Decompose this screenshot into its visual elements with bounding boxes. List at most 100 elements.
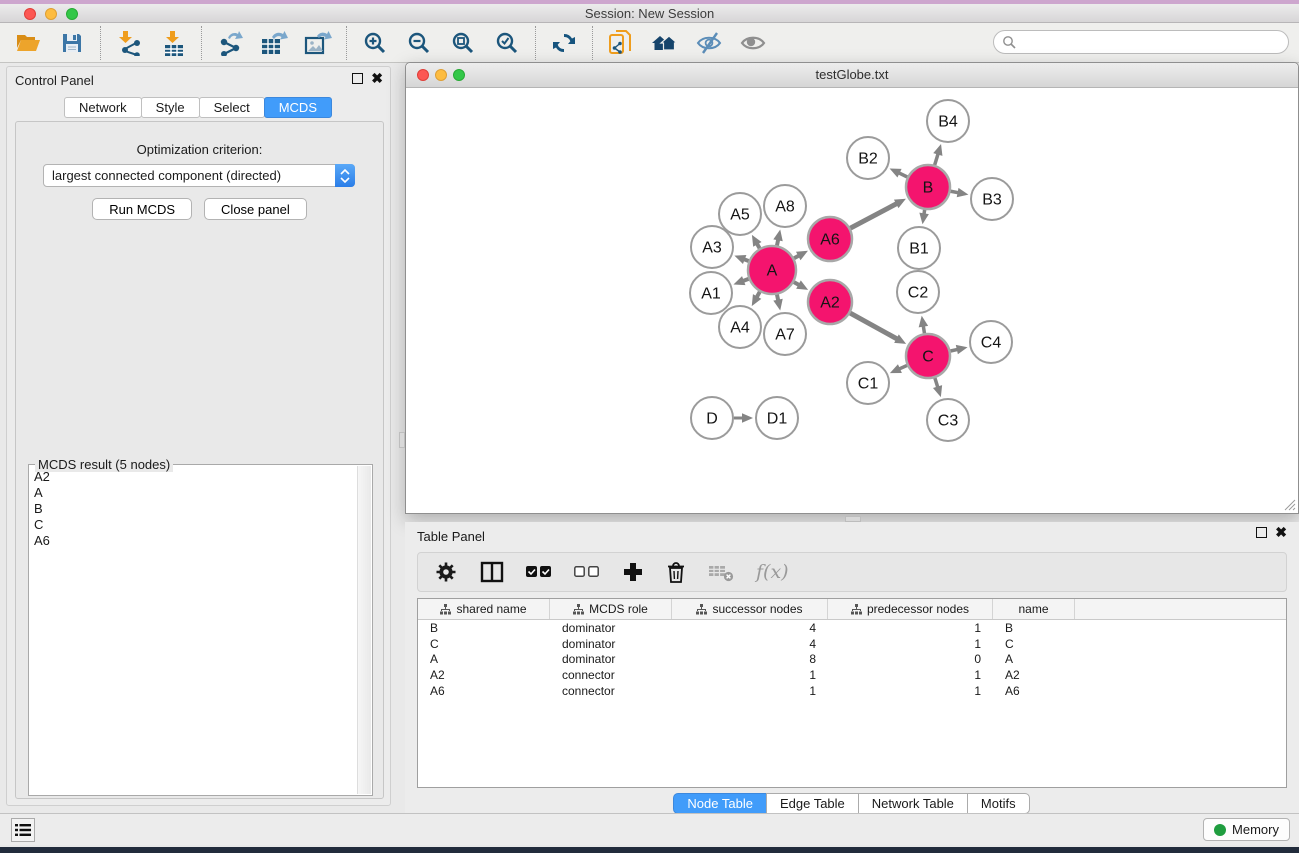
table-cell[interactable]: 4 (672, 621, 828, 635)
table-cell[interactable]: connector (550, 668, 672, 682)
mcds-result-item[interactable]: C (31, 517, 356, 533)
close-panel-button[interactable]: Close panel (204, 198, 307, 220)
table-tab-node-table[interactable]: Node Table (673, 793, 767, 814)
table-tab-network-table[interactable]: Network Table (858, 793, 968, 814)
network-graph-canvas[interactable]: AA6A2BCA5A8A3A1A4A7B2B4B3B1C2C4C1C3DD1 (407, 89, 1297, 513)
delete-table-icon[interactable] (708, 561, 734, 583)
mcds-result-list[interactable]: A2ABCA6 (31, 469, 356, 793)
first-neighbors-icon[interactable] (650, 28, 680, 58)
show-all-icon[interactable] (738, 28, 768, 58)
network-window-titlebar[interactable]: testGlobe.txt (406, 63, 1298, 88)
table-cell[interactable]: 1 (828, 637, 993, 651)
import-network-icon[interactable] (114, 28, 144, 58)
table-row[interactable]: Adominator80A (418, 652, 1286, 668)
result-scrollbar[interactable] (357, 466, 371, 794)
resize-grip-icon[interactable] (1282, 497, 1296, 511)
table-tab-motifs[interactable]: Motifs (967, 793, 1030, 814)
table-cell[interactable]: B (993, 621, 1075, 635)
open-session-icon[interactable] (13, 28, 43, 58)
select-all-columns-icon[interactable] (526, 566, 552, 578)
table-cell[interactable]: A (993, 652, 1075, 666)
table-cell[interactable]: 0 (828, 652, 993, 666)
table-cell[interactable]: 1 (828, 668, 993, 682)
table-cell[interactable]: 1 (828, 621, 993, 635)
table-cell[interactable]: dominator (550, 652, 672, 666)
table-cell[interactable]: connector (550, 684, 672, 698)
table-cell[interactable]: 4 (672, 637, 828, 651)
float-panel-icon[interactable] (352, 73, 363, 84)
graph-node-label: C1 (858, 376, 879, 393)
table-cell[interactable]: C (993, 637, 1075, 651)
table-row[interactable]: A2connector11A2 (418, 667, 1286, 683)
column-header-name[interactable]: name (993, 599, 1075, 619)
network-from-selection-icon[interactable] (606, 28, 636, 58)
network-window-title: testGlobe.txt (406, 67, 1298, 82)
column-tree-icon (440, 604, 451, 615)
control-tab-select[interactable]: Select (199, 97, 265, 118)
show-column-panel-icon[interactable] (480, 561, 504, 583)
export-image-icon[interactable] (303, 28, 333, 58)
control-tab-style[interactable]: Style (141, 97, 200, 118)
table-cell[interactable]: dominator (550, 621, 672, 635)
close-table-panel-icon[interactable]: ✖ (1275, 527, 1287, 538)
table-cell[interactable]: dominator (550, 637, 672, 651)
zoom-out-icon[interactable] (404, 28, 434, 58)
graph-node-label: A6 (820, 232, 840, 249)
node-table[interactable]: shared nameMCDS rolesuccessor nodes prede… (417, 598, 1287, 788)
zoom-fit-icon[interactable] (448, 28, 478, 58)
run-mcds-button[interactable]: Run MCDS (92, 198, 192, 220)
refresh-icon[interactable] (549, 28, 579, 58)
table-settings-gear-icon[interactable] (434, 560, 458, 584)
edge-A6-B[interactable] (850, 203, 898, 228)
table-cell[interactable]: 1 (672, 668, 828, 682)
search-input[interactable] (1017, 35, 1288, 49)
delete-column-trash-icon[interactable] (666, 561, 686, 584)
table-cell[interactable]: A2 (993, 668, 1075, 682)
function-builder-icon[interactable]: f(x) (756, 561, 789, 583)
table-cell[interactable]: B (418, 621, 550, 635)
column-header-label: predecessor nodes (867, 602, 969, 616)
table-cell[interactable]: A2 (418, 668, 550, 682)
control-panel-title: Control Panel (15, 73, 94, 88)
close-panel-icon[interactable]: ✖ (371, 73, 383, 84)
mcds-result-item[interactable]: A (31, 485, 356, 501)
table-row[interactable]: A6connector11A6 (418, 683, 1286, 699)
column-header-shared-name[interactable]: shared name (418, 599, 550, 619)
hide-selection-icon[interactable] (694, 28, 724, 58)
export-network-icon[interactable] (215, 28, 245, 58)
create-column-plus-icon[interactable] (622, 561, 644, 583)
task-history-button[interactable] (11, 818, 35, 842)
column-header-MCDS-role[interactable]: MCDS role (550, 599, 672, 619)
search-field[interactable] (993, 30, 1289, 54)
memory-button[interactable]: Memory (1203, 818, 1290, 841)
column-header-successor-nodes[interactable]: successor nodes (672, 599, 828, 619)
table-cell[interactable]: A (418, 652, 550, 666)
table-cell[interactable]: C (418, 637, 550, 651)
table-tab-edge-table[interactable]: Edge Table (766, 793, 859, 814)
table-cell[interactable]: 8 (672, 652, 828, 666)
unselect-all-columns-icon[interactable] (574, 566, 600, 578)
table-cell[interactable]: 1 (672, 684, 828, 698)
float-table-panel-icon[interactable] (1256, 527, 1267, 538)
export-table-icon[interactable] (259, 28, 289, 58)
table-row[interactable]: Cdominator41C (418, 636, 1286, 652)
save-session-icon[interactable] (57, 28, 87, 58)
control-tab-mcds[interactable]: MCDS (264, 97, 332, 118)
vertical-splitter-handle[interactable] (399, 432, 405, 448)
table-cell[interactable]: A6 (993, 684, 1075, 698)
import-table-icon[interactable] (158, 28, 188, 58)
table-row[interactable]: Bdominator41B (418, 620, 1286, 636)
zoom-in-icon[interactable] (360, 28, 390, 58)
mcds-result-item[interactable]: A2 (31, 469, 356, 485)
column-header-predecessor-nodes[interactable]: predecessor nodes (828, 599, 993, 619)
dropdown-stepper-icon (335, 164, 355, 187)
memory-status-icon (1214, 824, 1226, 836)
mcds-result-item[interactable]: B (31, 501, 356, 517)
zoom-selected-icon[interactable] (492, 28, 522, 58)
mcds-result-item[interactable]: A6 (31, 533, 356, 549)
table-cell[interactable]: A6 (418, 684, 550, 698)
criterion-dropdown[interactable]: largest connected component (directed) (43, 164, 355, 187)
control-tab-network[interactable]: Network (64, 97, 142, 118)
table-cell[interactable]: 1 (828, 684, 993, 698)
edge-A2-C[interactable] (850, 313, 898, 339)
